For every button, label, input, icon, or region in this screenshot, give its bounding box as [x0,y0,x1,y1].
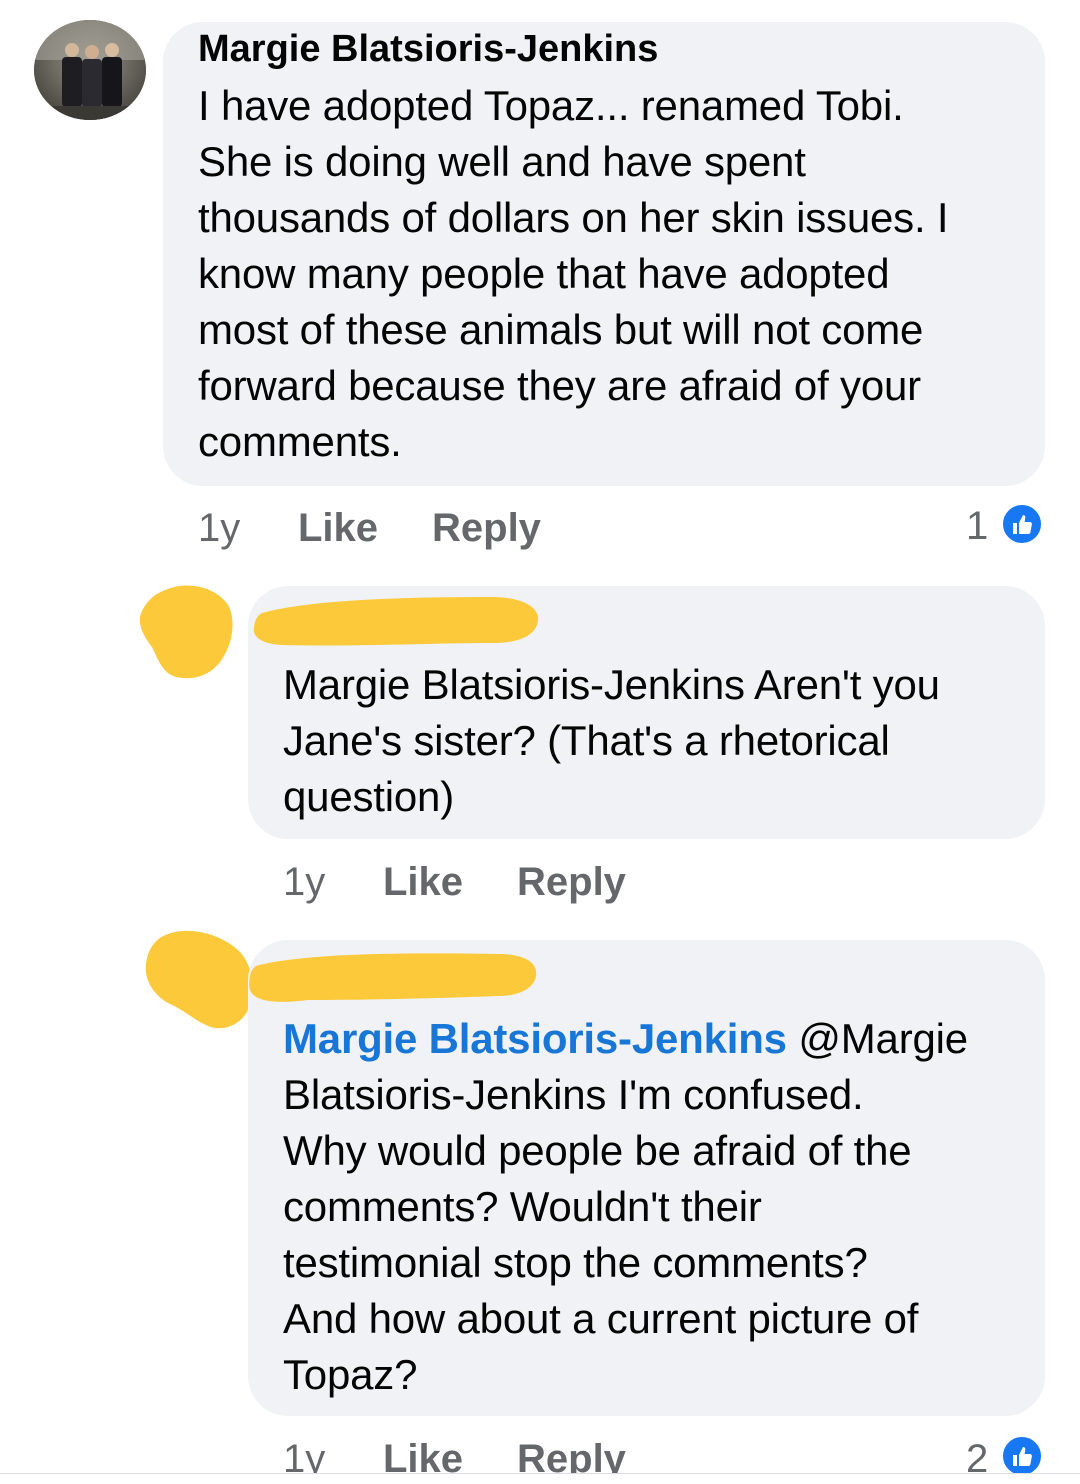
like-button[interactable]: Like [383,857,463,907]
mention-link[interactable]: Margie Blatsioris-Jenkins [283,1015,787,1062]
like-button-label[interactable]: Like [298,506,378,550]
reply-button-label[interactable]: Reply [517,860,626,904]
redacted-author-name [253,597,539,646]
avatar[interactable] [34,20,146,120]
comment-actions: 1y [283,857,325,907]
comment-age: 1y [283,860,326,904]
reply-button[interactable]: Reply [432,503,541,553]
redacted-avatar [145,930,253,1029]
reply-button-label[interactable]: Reply [432,506,541,550]
like-button[interactable]: Like [298,503,378,553]
thumbs-up-icon[interactable] [1000,502,1044,546]
comment-text: Margie Blatsioris-Jenkins @Margie Blatsi… [283,1011,1033,1403]
reply-button[interactable]: Reply [517,857,626,907]
reaction-count[interactable]: 1 [966,501,988,551]
comment-text-body: @Margie Blatsioris-Jenkins I'm confused.… [283,1015,968,1398]
comment-age: 1y [198,506,241,550]
redacted-avatar [139,585,233,679]
comment-actions: 1y [198,503,240,553]
comment-text: Margie Blatsioris-Jenkins Aren't you Jan… [283,661,940,820]
thumbs-up-icon[interactable] [1000,1434,1044,1478]
redacted-author-name [249,953,537,1002]
comment-text: I have adopted Topaz... renamed Tobi. Sh… [198,82,949,465]
like-button-label[interactable]: Like [383,860,463,904]
comment-author[interactable]: Margie Blatsioris-Jenkins [198,24,658,74]
